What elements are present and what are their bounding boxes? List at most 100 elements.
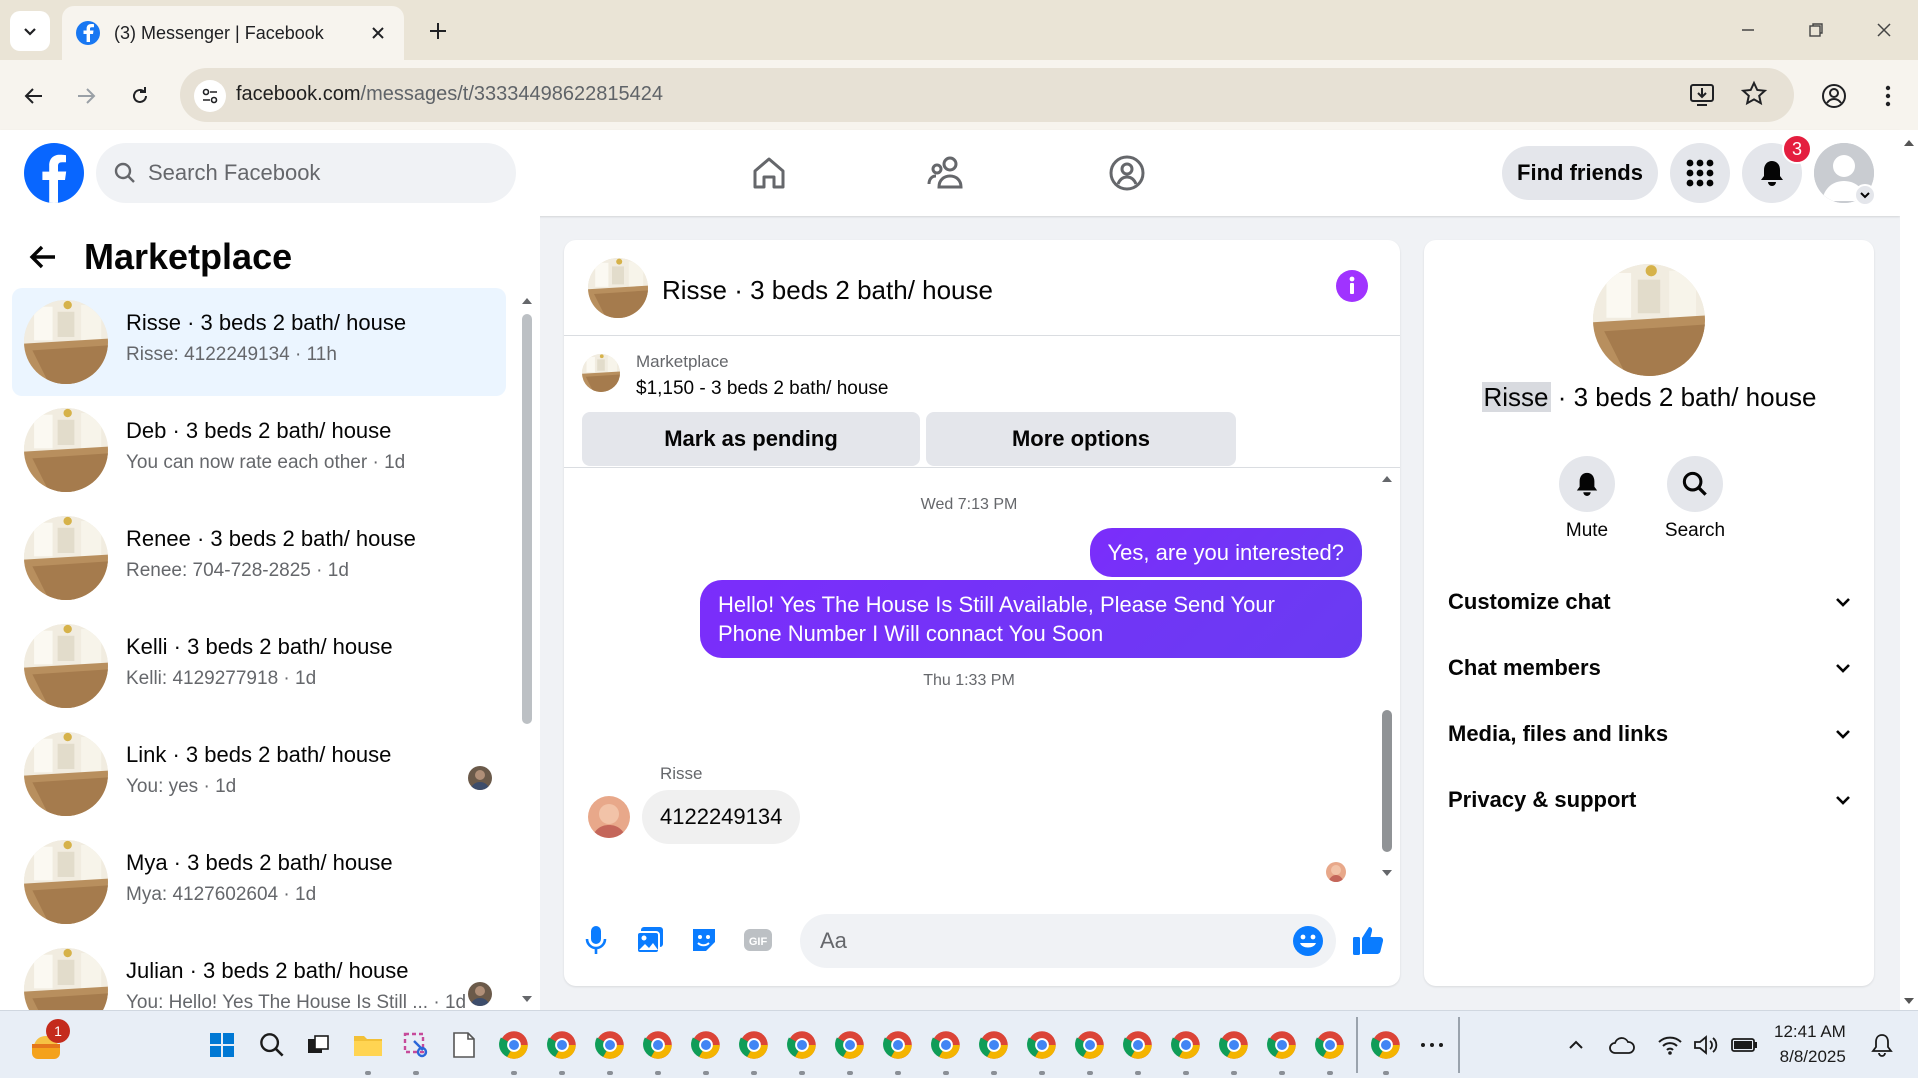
conversation-item[interactable]: Deb · 3 beds 2 bath/ house You can now ra… [12,396,506,504]
received-message[interactable]: 4122249134 [642,790,801,844]
sticker-button[interactable] [686,922,722,958]
page-scrollbar[interactable] [1900,130,1918,1010]
close-window-button[interactable] [1864,14,1904,46]
gif-button[interactable]: GIF [740,922,776,958]
chrome-taskbar-button[interactable] [1262,1025,1302,1075]
mute-button[interactable]: Mute [1542,456,1632,542]
chrome-taskbar-button[interactable] [782,1025,822,1075]
conversation-item[interactable]: Julian · 3 beds 2 bath/ house You: Hello!… [12,936,506,1010]
chat-title[interactable]: Risse · 3 beds 2 bath/ house [662,275,993,306]
back-arrow-icon[interactable] [28,242,58,272]
conversation-item[interactable]: Mya · 3 beds 2 bath/ house Mya: 412760260… [12,828,506,936]
minimize-button[interactable] [1728,14,1768,46]
attach-photo-button[interactable] [632,922,668,958]
privacy-support-row[interactable]: Privacy & support [1448,778,1852,822]
system-clock[interactable]: 12:41 AM 8/8/2025 [1774,1019,1846,1069]
new-tab-button[interactable] [420,16,456,46]
tab-search-button[interactable] [10,11,50,51]
message-thread-scrollbar[interactable] [1378,468,1396,888]
chrome-taskbar-button[interactable] [926,1025,966,1075]
facebook-logo-icon[interactable] [24,143,84,203]
listing-price-title[interactable]: $1,150 - 3 beds 2 bath/ house [636,378,888,400]
conversation-item[interactable]: Link · 3 beds 2 bath/ house You: yes · 1d [12,720,506,828]
customize-chat-row[interactable]: Customize chat [1448,580,1852,624]
wifi-status[interactable] [1650,1025,1690,1065]
snipping-tool-button[interactable] [396,1025,436,1075]
chrome-taskbar-button[interactable] [974,1025,1014,1075]
chrome-taskbar-button[interactable] [590,1025,630,1075]
message-input-box[interactable] [800,914,1336,968]
chrome-taskbar-button[interactable] [878,1025,918,1075]
search-in-conversation-button[interactable]: Search [1650,456,1740,542]
sent-message[interactable]: Hello! Yes The House Is Still Available,… [700,580,1362,658]
reload-button[interactable] [120,76,160,116]
forward-button[interactable] [66,76,106,116]
onedrive-button[interactable] [1602,1025,1642,1065]
listing-thumbnail[interactable] [582,354,620,392]
emoji-icon[interactable] [1292,925,1324,957]
chrome-taskbar-button[interactable] [734,1025,774,1075]
send-like-button[interactable] [1350,922,1386,958]
sender-avatar[interactable] [588,796,630,838]
find-friends-button[interactable]: Find friends [1502,146,1658,200]
file-explorer-button[interactable] [348,1025,388,1075]
search-input[interactable] [148,160,488,186]
chrome-icon [739,1031,768,1059]
start-button[interactable] [202,1025,242,1065]
taskbar-overflow-button[interactable] [1412,1025,1452,1065]
bookmark-star-icon[interactable] [1740,80,1772,112]
back-button[interactable] [14,76,54,116]
show-hidden-icons-button[interactable] [1556,1025,1596,1065]
conversation-info-button[interactable] [1336,270,1368,302]
chat-members-row[interactable]: Chat members [1448,646,1852,690]
sent-message[interactable]: Yes, are you interested? [1089,528,1362,577]
groups-nav-button[interactable] [1104,150,1150,196]
home-nav-button[interactable] [746,150,792,196]
voice-clip-button[interactable] [578,922,614,958]
conversation-item[interactable]: Renee · 3 beds 2 bath/ house Renee: 704-7… [12,504,506,612]
mark-as-pending-button[interactable]: Mark as pending [582,412,920,466]
conversation-item[interactable]: Risse · 3 beds 2 bath/ house Risse: 41222… [12,288,506,396]
taskbar-search-button[interactable] [252,1025,292,1065]
chrome-taskbar-button[interactable] [494,1025,534,1075]
battery-status[interactable] [1724,1025,1764,1065]
chrome-taskbar-button[interactable] [1118,1025,1158,1075]
address-bar[interactable]: facebook.com/messages/t/3333449862281542… [180,68,1794,122]
chrome-taskbar-button[interactable] [1214,1025,1254,1075]
notepad-button[interactable] [444,1025,484,1065]
notification-center-button[interactable] [1862,1025,1902,1065]
chrome-window-button[interactable] [1366,1025,1406,1075]
chrome-taskbar-button[interactable] [1070,1025,1110,1075]
browser-tab[interactable]: (3) Messenger | Facebook [62,6,404,60]
chrome-taskbar-button[interactable] [542,1025,582,1075]
media-files-links-row[interactable]: Media, files and links [1448,712,1852,756]
conversation-list-scrollbar[interactable] [518,288,536,1010]
chrome-taskbar-button[interactable] [830,1025,870,1075]
scrollbar-thumb[interactable] [1382,710,1392,852]
scrollbar-thumb[interactable] [522,314,532,724]
message-input[interactable] [820,928,1260,954]
task-view-button[interactable] [298,1025,338,1065]
chat-info-avatar[interactable] [1593,264,1705,376]
chrome-taskbar-button[interactable] [1022,1025,1062,1075]
chat-avatar[interactable] [588,258,648,318]
install-app-icon[interactable] [1688,80,1720,112]
search-bar[interactable] [96,143,516,203]
conversation-name: Julian · 3 beds 2 bath/ house [126,958,409,983]
menu-button[interactable] [1670,143,1730,203]
browser-menu-button[interactable] [1868,76,1908,116]
restore-button[interactable] [1796,14,1836,46]
friends-nav-button[interactable] [924,150,970,196]
profile-button[interactable] [1814,76,1854,116]
chrome-taskbar-button[interactable] [1166,1025,1206,1075]
site-info-icon[interactable] [194,80,226,112]
chevron-down-icon[interactable] [1854,184,1876,206]
conversation-item[interactable]: Kelli · 3 beds 2 bath/ house Kelli: 41292… [12,612,506,720]
chrome-taskbar-button[interactable] [1310,1025,1350,1075]
scroll-up-arrow-icon [1904,140,1914,146]
volume-status[interactable] [1686,1025,1726,1065]
chrome-taskbar-button[interactable] [686,1025,726,1075]
more-options-button[interactable]: More options [926,412,1236,466]
chrome-taskbar-button[interactable] [638,1025,678,1075]
close-tab-icon[interactable] [366,21,390,45]
